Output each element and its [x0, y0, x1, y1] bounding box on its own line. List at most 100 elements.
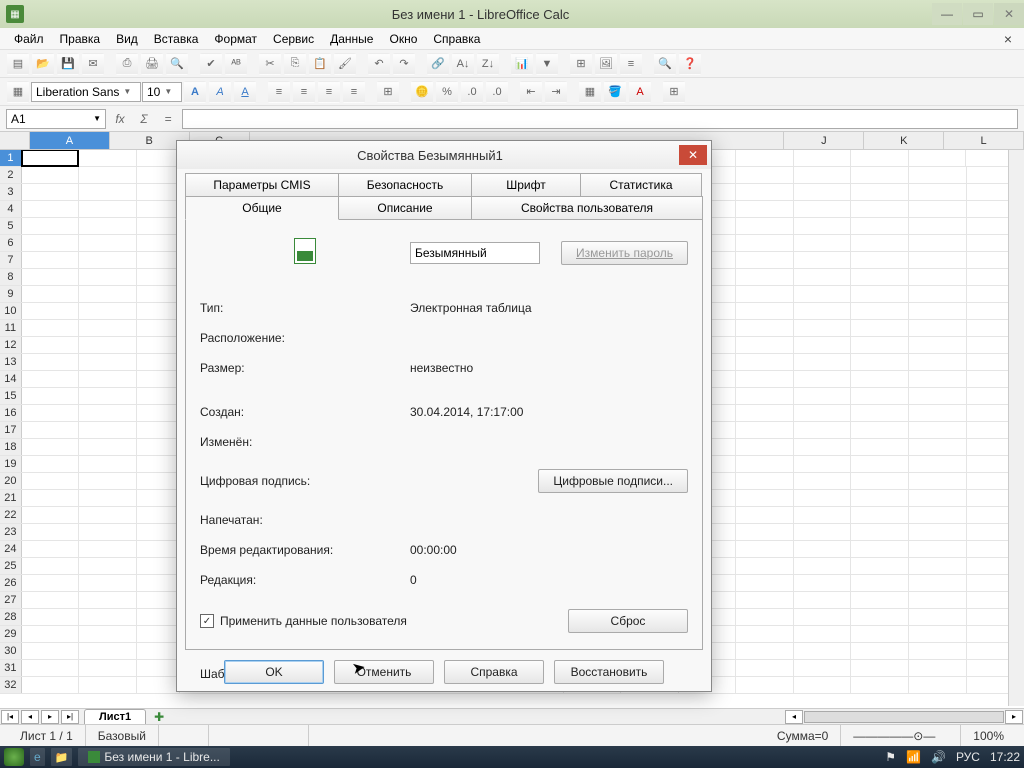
cell[interactable]: [79, 303, 137, 319]
cell[interactable]: [736, 286, 794, 302]
cell[interactable]: [851, 184, 909, 200]
cell[interactable]: [79, 490, 137, 506]
cell[interactable]: [79, 167, 137, 183]
cell[interactable]: [909, 422, 967, 438]
cell[interactable]: [22, 456, 80, 472]
cell[interactable]: [909, 643, 967, 659]
row-header[interactable]: 17: [0, 422, 22, 438]
cell[interactable]: [137, 592, 180, 608]
cell[interactable]: [736, 507, 794, 523]
next-sheet-button[interactable]: ▸: [41, 710, 59, 724]
cell[interactable]: [909, 405, 967, 421]
row-header[interactable]: 27: [0, 592, 22, 608]
col-header-J[interactable]: J: [784, 132, 864, 149]
cell[interactable]: [79, 388, 137, 404]
cell[interactable]: [851, 388, 909, 404]
merge-cells-icon[interactable]: ⊞: [377, 81, 399, 103]
row-header[interactable]: 14: [0, 371, 22, 387]
cell[interactable]: [909, 677, 967, 693]
cell[interactable]: [794, 473, 852, 489]
copy-icon[interactable]: ⎘: [284, 53, 306, 75]
row-header[interactable]: 11: [0, 320, 22, 336]
row-header[interactable]: 13: [0, 354, 22, 370]
hscroll-track[interactable]: [804, 711, 1004, 723]
cell[interactable]: [794, 524, 852, 540]
row-header[interactable]: 32: [0, 677, 22, 693]
currency-icon[interactable]: 🪙: [411, 81, 433, 103]
cell[interactable]: [909, 660, 967, 676]
cell[interactable]: [22, 371, 80, 387]
cell[interactable]: [22, 507, 80, 523]
hscroll-right[interactable]: ▸: [1005, 710, 1023, 724]
row-header[interactable]: 15: [0, 388, 22, 404]
taskbar-explorer-icon[interactable]: 📁: [51, 748, 73, 766]
menu-view[interactable]: Вид: [108, 30, 146, 48]
accept-icon[interactable]: =: [158, 109, 178, 129]
cell[interactable]: [79, 405, 137, 421]
cell[interactable]: [79, 643, 137, 659]
cell[interactable]: [736, 524, 794, 540]
tab-description[interactable]: Описание: [338, 196, 472, 220]
cell[interactable]: [79, 354, 137, 370]
last-sheet-button[interactable]: ▸|: [61, 710, 79, 724]
redo-icon[interactable]: ↷: [393, 53, 415, 75]
autospell-icon[interactable]: ᴬᴮ: [225, 53, 247, 75]
gridlines-icon[interactable]: ⊞: [663, 81, 685, 103]
cell[interactable]: [909, 558, 967, 574]
cell[interactable]: [851, 371, 909, 387]
row-header[interactable]: 8: [0, 269, 22, 285]
cell[interactable]: [794, 337, 852, 353]
cell[interactable]: [736, 320, 794, 336]
cell[interactable]: [736, 490, 794, 506]
cell[interactable]: [137, 558, 180, 574]
bgcolor-icon[interactable]: 🪣: [604, 81, 626, 103]
cell[interactable]: [79, 337, 137, 353]
cell[interactable]: [909, 592, 967, 608]
cell[interactable]: [851, 439, 909, 455]
cell[interactable]: [79, 507, 137, 523]
cell[interactable]: [736, 371, 794, 387]
tab-general[interactable]: Общие: [185, 196, 339, 220]
restore-button[interactable]: Восстановить: [554, 660, 664, 684]
filter-icon[interactable]: ▼: [536, 53, 558, 75]
cell[interactable]: [909, 626, 967, 642]
cell[interactable]: [79, 524, 137, 540]
cell[interactable]: [736, 609, 794, 625]
cell[interactable]: [794, 252, 852, 268]
cell[interactable]: [909, 218, 967, 234]
function-wizard-icon[interactable]: fx: [110, 109, 130, 129]
cell[interactable]: [22, 184, 80, 200]
cell[interactable]: [794, 184, 852, 200]
help-button[interactable]: Справка: [444, 660, 544, 684]
print-icon[interactable]: 🖨: [141, 53, 163, 75]
cell[interactable]: [21, 150, 79, 167]
row-header[interactable]: 4: [0, 201, 22, 217]
cell[interactable]: [794, 439, 852, 455]
cell[interactable]: [736, 575, 794, 591]
cell[interactable]: [851, 252, 909, 268]
cell[interactable]: [22, 167, 80, 183]
cell[interactable]: [851, 524, 909, 540]
cell[interactable]: [851, 660, 909, 676]
menu-file[interactable]: Файл: [6, 30, 52, 48]
cell[interactable]: [794, 235, 852, 251]
cell[interactable]: [22, 592, 80, 608]
row-header[interactable]: 24: [0, 541, 22, 557]
cell[interactable]: [137, 541, 180, 557]
cell[interactable]: [79, 286, 137, 302]
cell[interactable]: [909, 490, 967, 506]
cell[interactable]: [851, 320, 909, 336]
cell[interactable]: [736, 201, 794, 217]
cell[interactable]: [137, 677, 180, 693]
cell[interactable]: [909, 473, 967, 489]
row-header[interactable]: 31: [0, 660, 22, 676]
reset-button[interactable]: Сброс: [568, 609, 688, 633]
row-header[interactable]: 9: [0, 286, 22, 302]
cell[interactable]: [736, 660, 794, 676]
cell[interactable]: [851, 592, 909, 608]
email-icon[interactable]: ✉: [82, 53, 104, 75]
cell[interactable]: [794, 422, 852, 438]
row-header[interactable]: 30: [0, 643, 22, 659]
cell[interactable]: [909, 269, 967, 285]
vscroll[interactable]: [1008, 150, 1024, 706]
